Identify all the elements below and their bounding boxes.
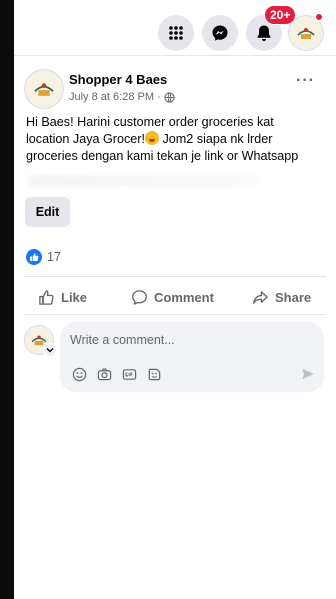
post-timestamp[interactable]: July 8 at 6:28 PM · — [69, 91, 161, 103]
reaction-summary[interactable]: 17 — [26, 249, 61, 265]
emoji-icon[interactable] — [71, 366, 87, 382]
comment-button[interactable]: Comment — [131, 286, 214, 308]
post-author-name[interactable]: Shopper 4 Baes — [69, 72, 167, 87]
post-more-options-button[interactable]: ··· — [296, 72, 315, 90]
send-icon[interactable] — [300, 366, 316, 382]
post-body-text: Hi Baes! Harini customer order groceries… — [26, 114, 331, 165]
chevron-down-icon[interactable] — [43, 343, 57, 357]
author-avatar[interactable] — [24, 69, 64, 109]
share-button[interactable]: Share — [252, 286, 311, 308]
like-button[interactable]: Like — [38, 286, 87, 308]
post-text-line: groceries dengan kami tekan je link or W… — [26, 149, 299, 163]
messenger-button[interactable] — [202, 15, 238, 51]
left-edge-strip — [0, 0, 14, 599]
bell-icon — [256, 24, 272, 42]
messenger-icon — [211, 24, 229, 42]
account-alert-dot — [314, 12, 324, 22]
thumbs-up-icon — [38, 289, 55, 306]
comment-input[interactable] — [70, 331, 310, 349]
divider — [24, 314, 326, 315]
share-arrow-icon — [252, 289, 269, 306]
comment-label: Comment — [154, 289, 214, 305]
globe-icon — [164, 91, 175, 103]
post-text-line: location Jaya Grocer! Jom2 siapa nk lrde… — [26, 131, 273, 146]
post-meta: July 8 at 6:28 PM · — [69, 91, 175, 103]
gif-icon[interactable] — [121, 366, 137, 382]
like-reaction-icon — [26, 249, 42, 265]
divider — [24, 276, 326, 277]
like-label: Like — [61, 289, 88, 305]
post-page: 20+ Shopper 4 Baes July 8 at 6:28 PM · ·… — [14, 0, 336, 599]
sticker-icon[interactable] — [146, 366, 162, 382]
camera-icon[interactable] — [96, 366, 112, 382]
faded-text-line — [28, 175, 258, 187]
speech-bubble-icon — [131, 289, 148, 306]
post-text-line: Hi Baes! Harini customer order groceries… — [26, 115, 274, 129]
top-navigation-bar: 20+ — [14, 0, 336, 56]
edit-button[interactable]: Edit — [25, 197, 70, 227]
comment-composer — [60, 322, 324, 392]
share-label: Share — [275, 289, 312, 305]
reaction-count: 17 — [47, 250, 61, 264]
menu-button[interactable] — [158, 15, 194, 51]
grinning-emoji-icon — [145, 131, 159, 145]
store-logo-icon — [292, 19, 320, 47]
store-logo-icon — [28, 73, 60, 105]
menu-grid-icon — [168, 25, 184, 41]
